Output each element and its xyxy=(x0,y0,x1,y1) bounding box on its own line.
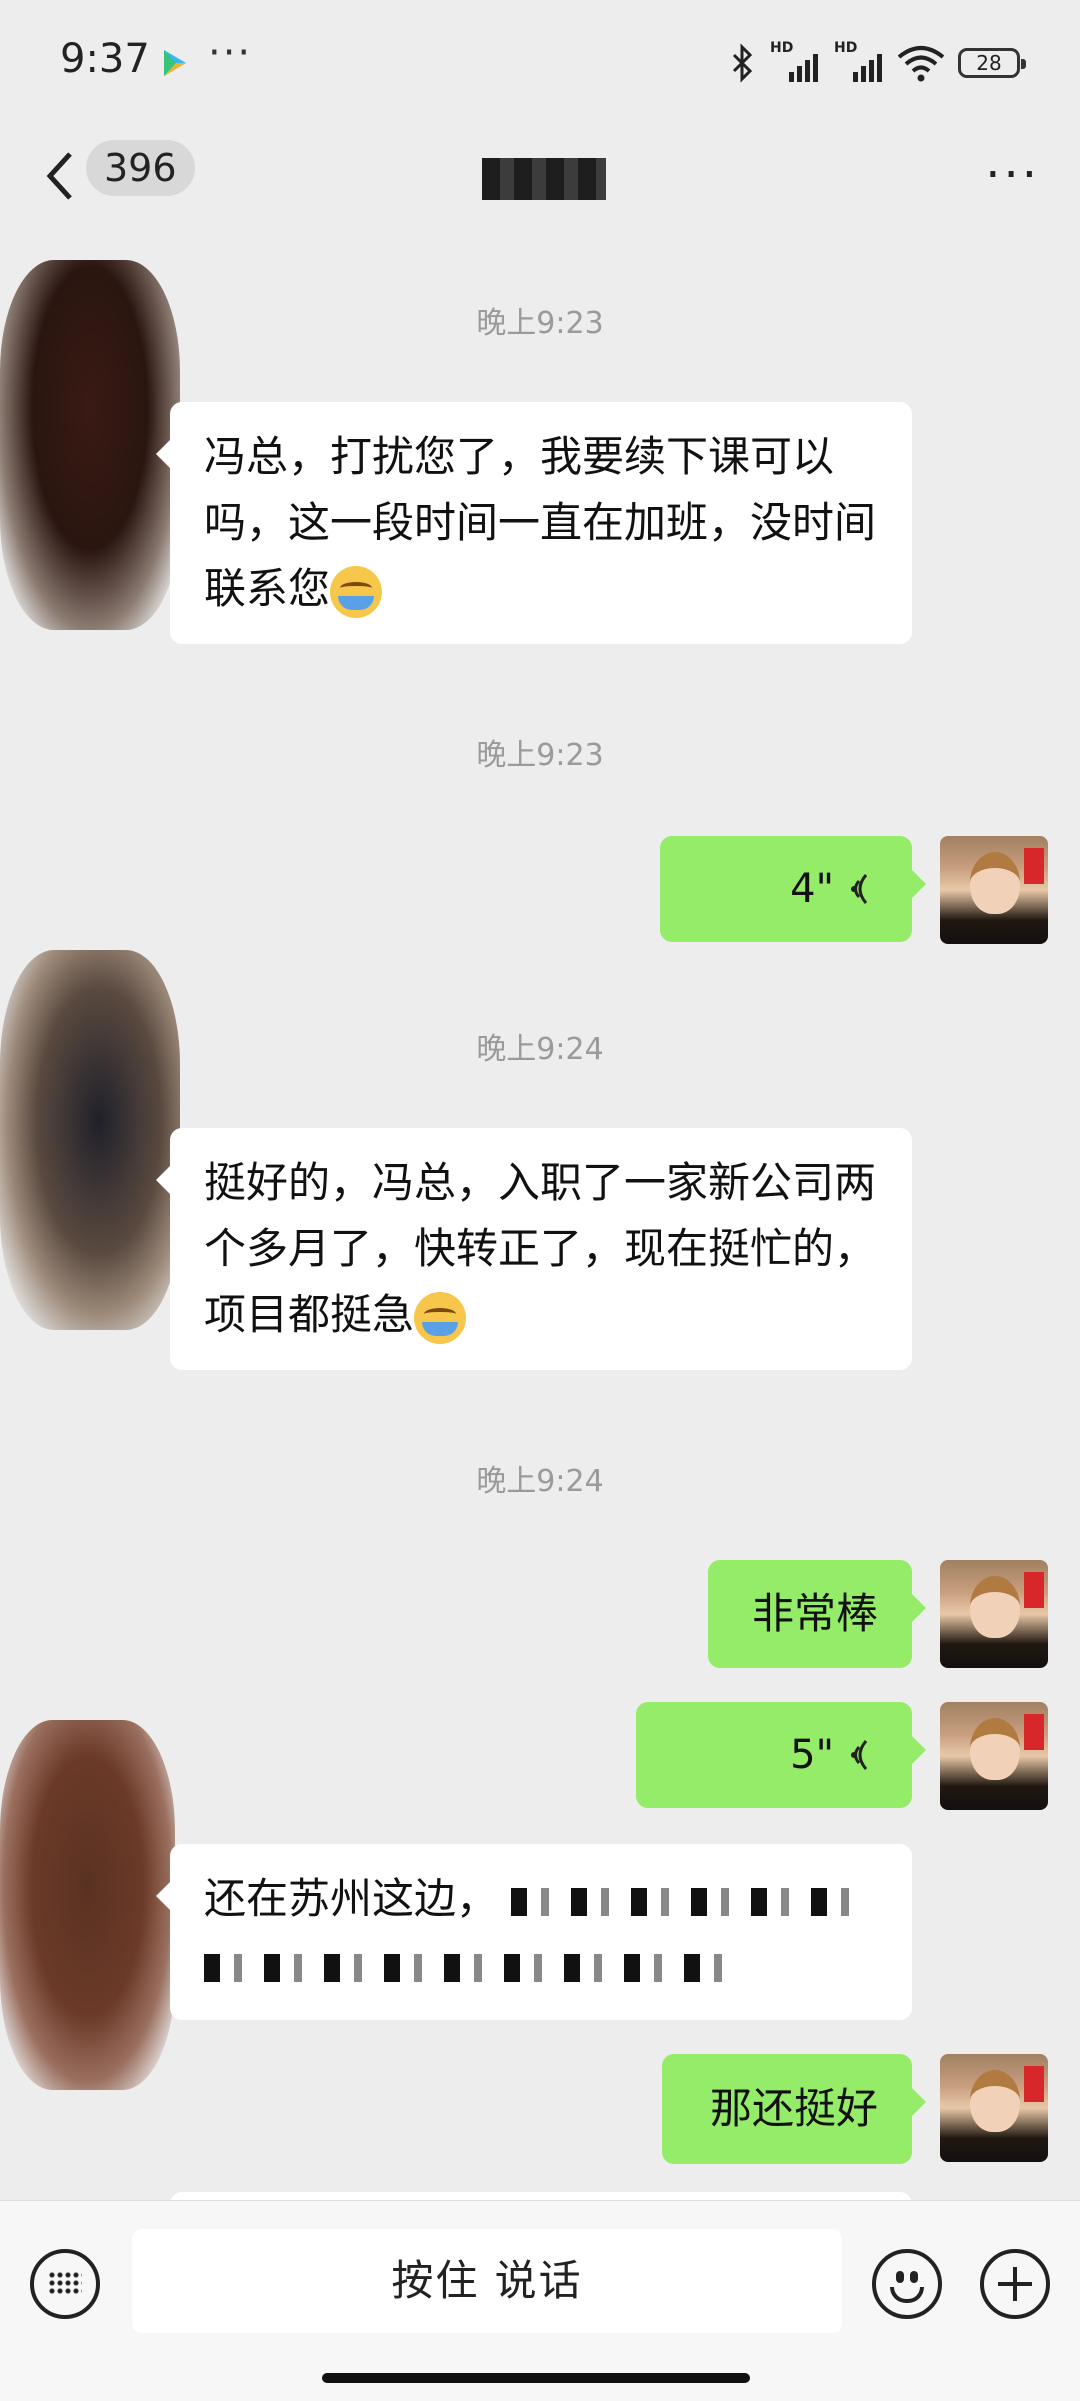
voice-wave-icon xyxy=(851,1740,868,1770)
bluetooth-icon xyxy=(732,43,753,83)
timestamp: 晚上9:24 xyxy=(476,1032,604,1067)
message-text: 非常棒 xyxy=(751,1589,878,1638)
keyboard-toggle-icon[interactable] xyxy=(30,2249,100,2319)
outgoing-message-bubble[interactable]: 非常棒 xyxy=(708,1560,926,1668)
crying-laughing-emoji-icon xyxy=(330,565,383,618)
hold-to-talk-button[interactable]: 按住 说话 xyxy=(132,2229,842,2333)
my-avatar[interactable] xyxy=(940,836,1048,944)
incoming-message-bubble[interactable]: 挺好的，冯总，入职了一家新公司两个多月了，快转正了，现在挺忙的，项目都挺急 xyxy=(156,1128,912,1370)
system-icons: HD HD 28 xyxy=(730,38,1026,88)
status-more-icon: ··· xyxy=(208,30,253,76)
my-avatar[interactable] xyxy=(940,1702,1048,1810)
input-bar: 按住 说话 xyxy=(0,2200,1080,2401)
back-chevron-icon[interactable] xyxy=(40,146,80,206)
home-indicator[interactable] xyxy=(322,2373,750,2383)
more-options-icon[interactable]: ··· xyxy=(985,151,1040,199)
chat-header: 396 ··· xyxy=(0,120,1080,230)
crying-laughing-emoji-icon xyxy=(414,1291,467,1344)
my-avatar[interactable] xyxy=(940,2054,1048,2162)
timestamp: 晚上9:23 xyxy=(476,738,604,773)
message-list[interactable]: 晚上9:23 冯总，打扰您了，我要续下课可以吗，这一段时间一直在加班，没时间联系… xyxy=(0,230,1080,2200)
battery-level: 28 xyxy=(976,51,1002,75)
google-play-icon xyxy=(164,50,186,76)
voice-duration: 4" xyxy=(790,866,834,912)
contact-avatar[interactable] xyxy=(0,1720,175,2090)
redacted-text xyxy=(204,1953,724,1982)
status-time: 9:37 xyxy=(60,36,150,82)
wifi-icon xyxy=(897,46,945,82)
message-text: 挺好的，冯总，入职了一家新公司两个多月了，快转正了，现在挺忙的，项目都挺急 xyxy=(204,1158,877,1339)
voice-wave-icon xyxy=(851,874,868,904)
outgoing-voice-message[interactable]: 5" xyxy=(636,1702,926,1808)
signal-hd-2-icon: HD xyxy=(832,40,884,86)
timestamp: 晚上9:23 xyxy=(476,306,604,341)
outgoing-voice-message[interactable]: 4" xyxy=(660,836,926,942)
outgoing-message-bubble[interactable]: 那还挺好 xyxy=(662,2054,926,2164)
message-text: 还在苏州这边， xyxy=(204,1874,499,1923)
chat-title-redacted xyxy=(482,158,606,200)
message-text: 冯总，打扰您了，我要续下课可以吗，这一段时间一直在加班，没时间联系您 xyxy=(204,432,877,613)
incoming-message-bubble[interactable]: 还在苏州这边， xyxy=(156,1844,912,2020)
status-bar: 9:37 ··· HD HD 28 xyxy=(0,0,1080,120)
unread-count-badge[interactable]: 396 xyxy=(86,140,195,196)
incoming-message-bubble-partial[interactable] xyxy=(170,2192,912,2200)
voice-duration: 5" xyxy=(790,1732,834,1778)
contact-avatar[interactable] xyxy=(0,950,180,1330)
my-avatar[interactable] xyxy=(940,1560,1048,1668)
message-text: 那还挺好 xyxy=(709,2084,878,2133)
emoji-icon[interactable] xyxy=(872,2249,942,2319)
battery-icon: 28 xyxy=(958,48,1026,78)
add-plus-icon[interactable] xyxy=(980,2249,1050,2319)
incoming-message-bubble[interactable]: 冯总，打扰您了，我要续下课可以吗，这一段时间一直在加班，没时间联系您 xyxy=(156,402,912,644)
redacted-text xyxy=(511,1887,872,1916)
timestamp: 晚上9:24 xyxy=(476,1464,604,1499)
signal-hd-1-icon: HD xyxy=(768,40,820,86)
